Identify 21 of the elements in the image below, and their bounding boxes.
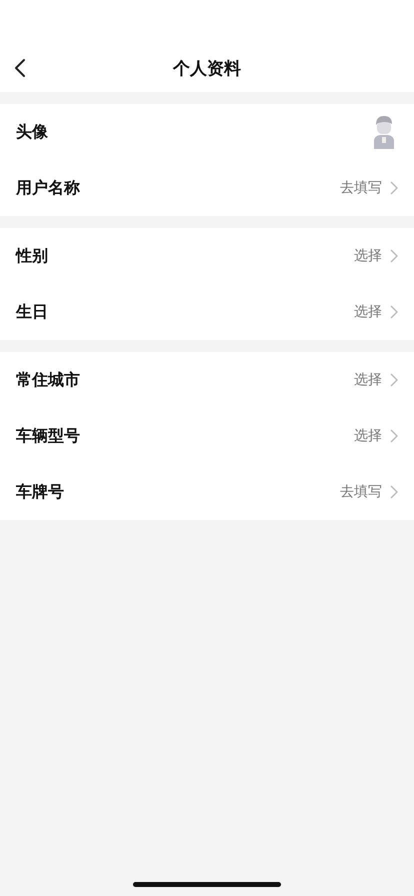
chevron-icon — [390, 373, 398, 387]
row-value[interactable]: 选择 — [354, 303, 382, 321]
row-value[interactable]: 选择 — [354, 371, 382, 389]
row-label: 常住城市 — [16, 370, 80, 390]
chevron-icon — [390, 485, 398, 499]
row-value[interactable]: 去填写 — [340, 179, 382, 197]
row-value[interactable]: 选择 — [354, 247, 382, 265]
row-label: 头像 — [16, 122, 48, 142]
chevron-icon — [390, 305, 398, 319]
row-value[interactable]: 去填写 — [340, 483, 382, 501]
row-label: 车辆型号 — [16, 426, 80, 446]
chevron-icon — [390, 249, 398, 263]
chevron-icon — [390, 181, 398, 195]
page-title: 个人资料 — [173, 58, 241, 80]
back-icon[interactable] — [14, 58, 26, 78]
row-label: 性别 — [16, 246, 48, 266]
chevron-icon — [390, 429, 398, 443]
row-label: 车牌号 — [16, 482, 64, 502]
row-label: 生日 — [16, 302, 48, 322]
row-label: 用户名称 — [16, 178, 80, 198]
row-value[interactable]: 选择 — [354, 427, 382, 445]
